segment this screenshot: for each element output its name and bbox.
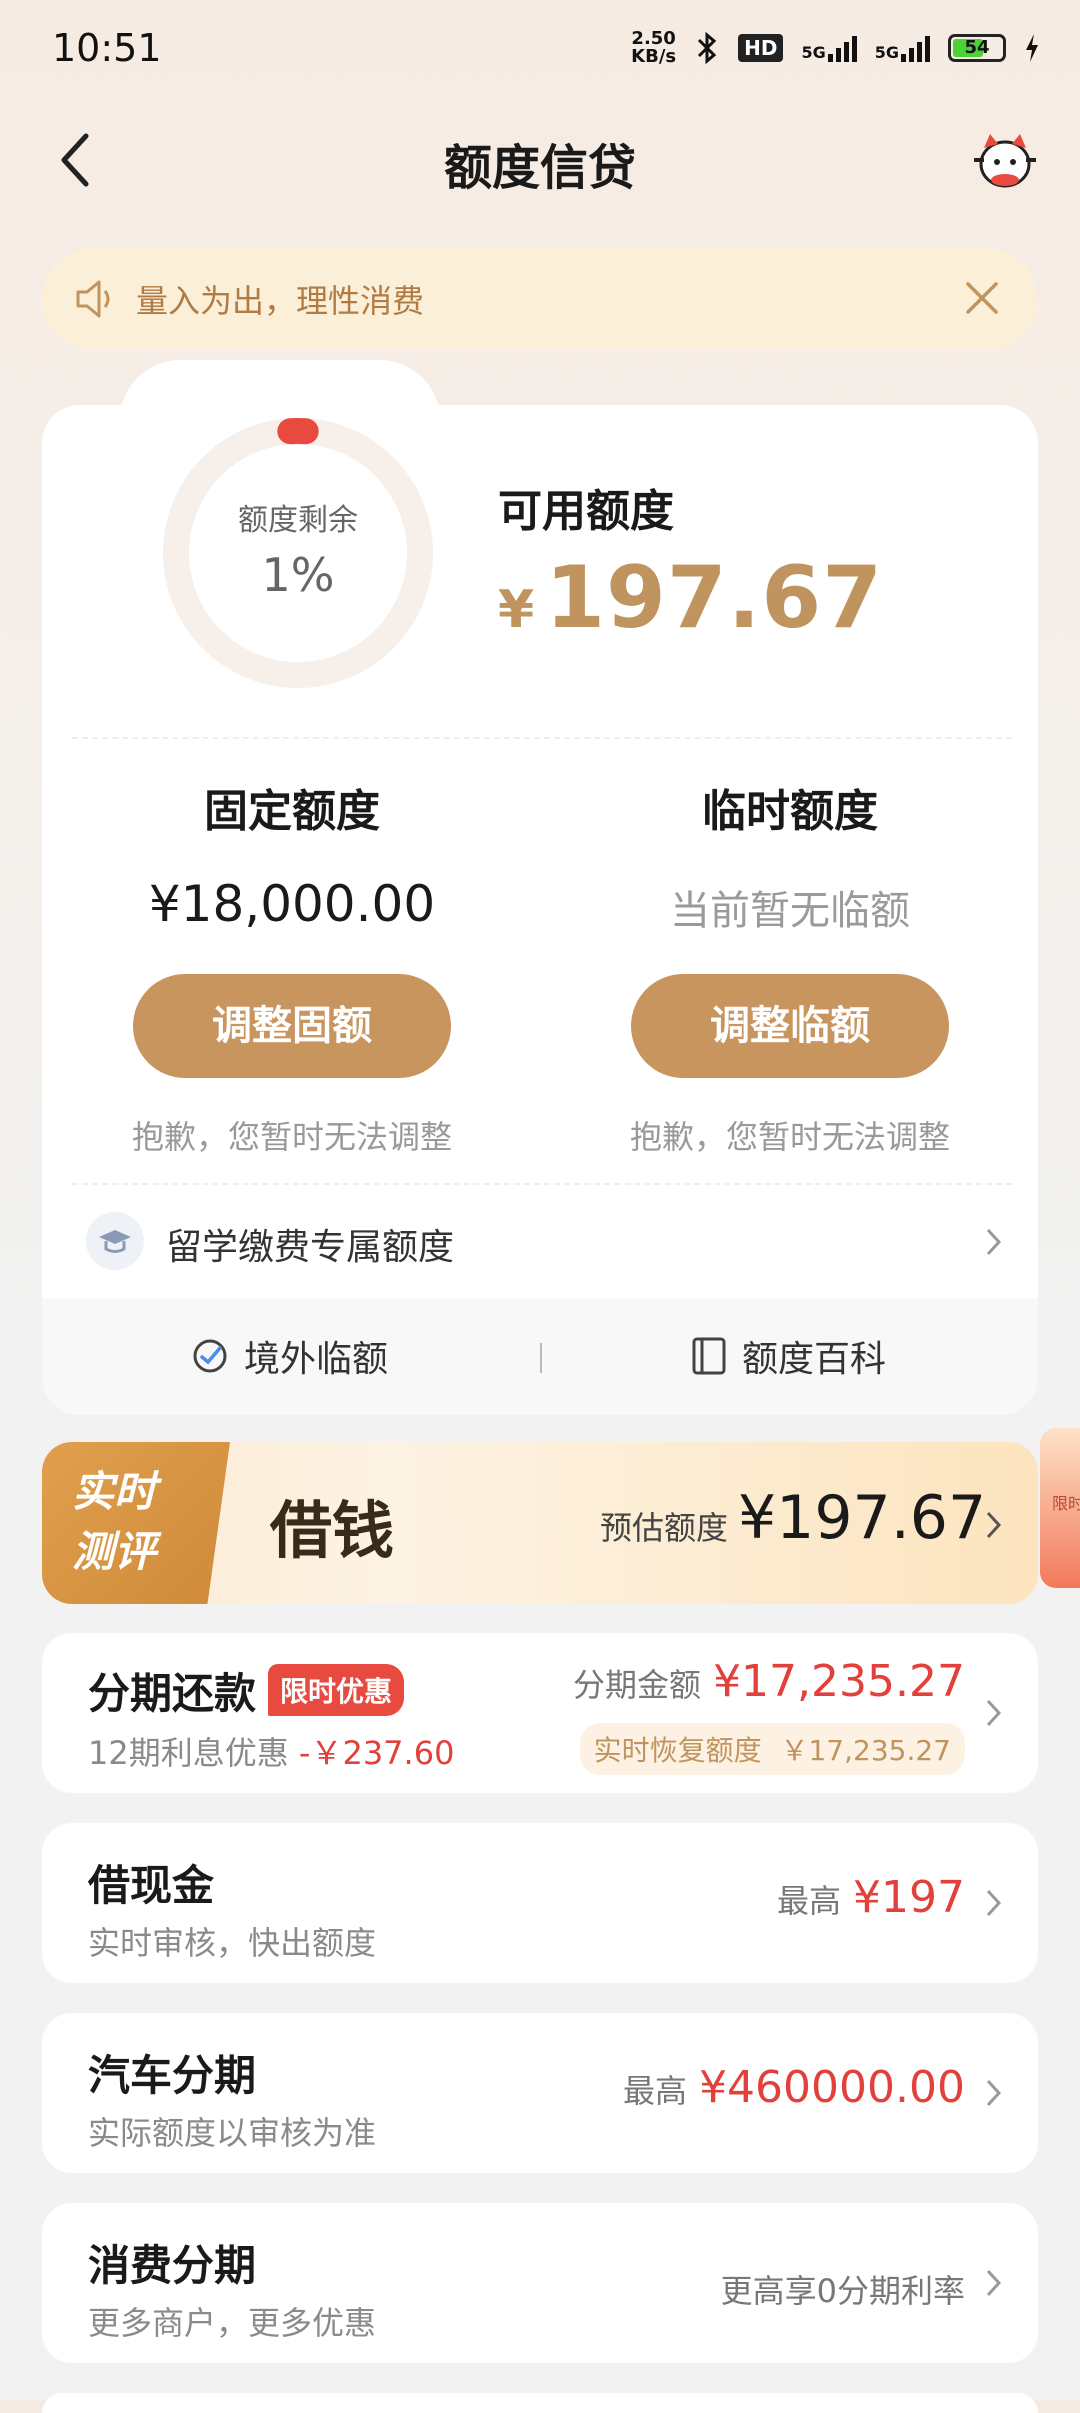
consumer-installment-sub: 更多商户，更多优惠 [88,2304,377,2342]
car-installment-title: 汽车分期 [88,2051,257,2100]
fixed-credit-title: 固定额度 [204,786,380,837]
cash-max-amount: ¥197 [853,1872,965,1923]
charging-icon [1026,34,1038,62]
consumer-installment-title: 消费分期 [88,2241,257,2290]
ring-percent: 1% [261,548,335,602]
car-installment-sub: 实际额度以审核为准 [88,2114,377,2152]
installment-amount-label: 分期金额 [573,1666,702,1704]
cash-loan-title: 借现金 [88,1861,215,1910]
badge-line-1: 实时 [72,1467,157,1516]
estimate-amount: ¥197.67 [738,1483,987,1553]
notice-text: 量入为出，理性消费 [136,282,425,320]
installment-sub-text: 12期利息优惠 [88,1734,289,1772]
temp-credit-status: 当前暂无临额 [670,888,910,934]
divider [72,737,1012,739]
credit-wiki-label: 额度百科 [742,1339,887,1380]
chevron-right-icon [986,1511,1002,1539]
promo-peek-text: 限时 [1052,1494,1080,1513]
graduation-cap-icon [86,1212,144,1270]
available-label: 可用额度 [498,486,674,537]
fixed-credit-amount: ¥18,000.00 [148,875,436,933]
chevron-right-icon [986,1889,1002,1917]
mascot-service-icon[interactable] [970,130,1040,190]
adjust-fixed-button[interactable]: 调整固额 [133,974,451,1078]
cash-max-label: 最高 [777,1882,842,1920]
page-title: 额度信贷 [443,140,636,196]
cash-loan-max-row: 最高 ¥197 [777,1872,965,1923]
limited-offer-tag: 限时优惠 [268,1664,405,1716]
overseas-temp-label: 境外临额 [244,1339,389,1380]
study-abroad-label: 留学缴费专属额度 [166,1227,455,1268]
status-bar: 10:51 2.50 KB/s HD 5G 5G 54 [0,0,1080,100]
net-speed-unit: KB/s [631,46,677,67]
bluetooth-icon [698,31,717,65]
hd-badge: HD [738,34,784,62]
book-icon [692,1337,726,1375]
chevron-right-icon [986,1699,1002,1727]
credit-wiki-link[interactable]: 额度百科 [690,1330,886,1382]
temp-credit-hint: 抱歉，您暂时无法调整 [629,1118,950,1156]
recover-credit-tag: 实时恢复额度 ￥17,235.27 [579,1723,965,1775]
promo-floating-peek[interactable]: 限时 [1040,1428,1080,1588]
chevron-right-icon [986,1228,1002,1256]
network-speed: 2.50 KB/s [631,30,676,66]
ring-label: 额度剩余 [238,503,358,538]
adjust-temp-button[interactable]: 调整临额 [631,974,949,1078]
car-max-label: 最高 [623,2072,688,2110]
badge-line-2: 测评 [72,1527,157,1576]
installment-discount: -￥237.60 [298,1734,455,1772]
overseas-temp-link[interactable]: 境外临额 [190,1330,388,1382]
speaker-icon [76,280,110,318]
installment-sub: 12期利息优惠 -￥237.60 [88,1728,454,1774]
installment-amount-row: 分期金额 ¥17,235.27 [573,1656,965,1707]
fixed-credit-hint: 抱歉，您暂时无法调整 [131,1118,452,1156]
temp-credit-title: 临时额度 [702,786,878,837]
chevron-right-icon [986,2269,1002,2297]
cash-loan-sub: 实时审核，快出额度 [88,1924,377,1962]
sim2-label: 5G [874,43,899,62]
divider [72,1183,1012,1185]
close-icon[interactable] [962,278,1002,318]
overseas-icon [193,1339,227,1373]
status-icons: 2.50 KB/s HD 5G 5G 54 [631,30,1040,66]
status-time: 10:51 [52,26,162,70]
recover-label: 实时恢复额度 [593,1734,762,1767]
battery-level: 54 [964,37,990,58]
car-max-row: 最高 ¥460000.00 [623,2062,965,2113]
available-amount-value: 197.67 [545,548,884,648]
next-card-edge [42,2393,1038,2413]
notice-bar: 量入为出，理性消费 [42,248,1038,350]
available-amount: ¥197.67 [498,548,883,648]
recover-amount: ￥17,235.27 [780,1734,951,1767]
car-max-amount: ¥460000.00 [699,2062,965,2113]
signal-icon-sim1 [827,34,857,62]
signal-icon-sim2 [901,34,930,62]
borrow-title: 借钱 [270,1494,395,1567]
chevron-right-icon [986,2079,1002,2107]
estimate-label: 预估额度 [600,1509,729,1547]
currency-symbol: ¥ [498,580,536,640]
installment-amount: ¥17,235.27 [713,1656,965,1707]
sim1-label: 5G [801,43,826,62]
realtime-eval-text: 实时 测评 [72,1462,222,1582]
battery-icon: 54 [948,34,1006,62]
installment-title: 分期还款 [88,1669,257,1718]
footer-separator [540,1343,542,1373]
consumer-rate-text: 更高享0分期利率 [720,2272,965,2310]
